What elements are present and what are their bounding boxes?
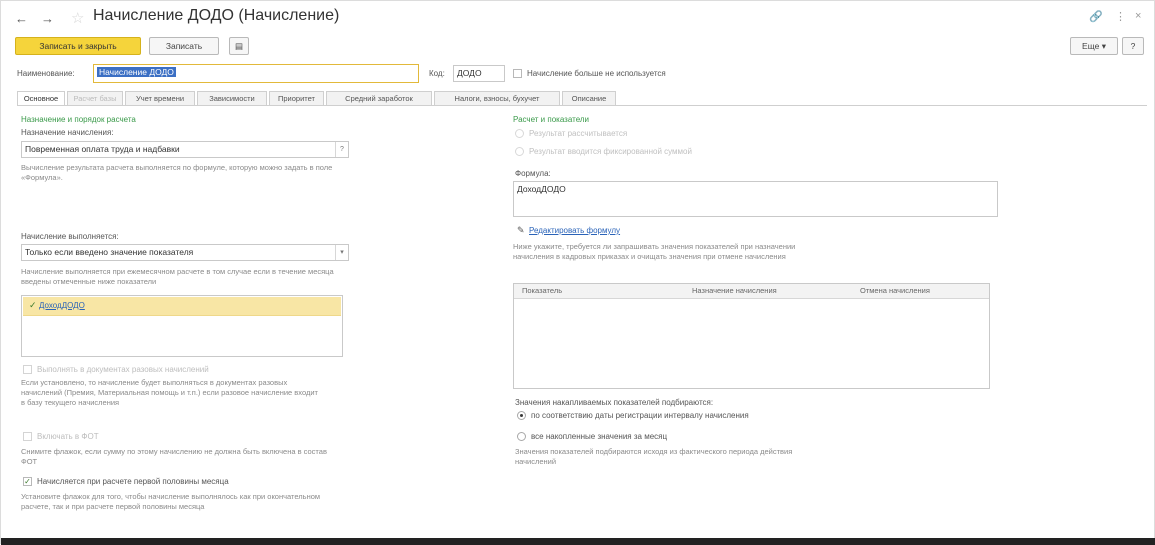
purpose-select[interactable]: Повременная оплата труда и надбавки ?	[21, 141, 349, 158]
purpose-value: Повременная оплата труда и надбавки	[25, 144, 180, 154]
performed-value: Только если введено значение показателя	[25, 247, 194, 257]
checkmark-icon: ✓	[29, 300, 37, 310]
tab-average-earnings[interactable]: Средний заработок	[326, 91, 432, 106]
indicators-list[interactable]: ✓ ДоходДОДО	[21, 295, 343, 357]
accum-option2-label: все накопленные значения за месяц	[531, 432, 668, 441]
table-header: Показатель Назначение начисления Отмена …	[514, 284, 989, 299]
indicators-table[interactable]: Показатель Назначение начисления Отмена …	[513, 283, 990, 389]
performed-select[interactable]: Только если введено значение показателя …	[21, 244, 349, 261]
result-calc-label: Результат рассчитывается	[529, 129, 628, 138]
accum-option1-radio[interactable]	[517, 411, 526, 420]
arrow-left-icon[interactable]: ←	[15, 11, 28, 26]
pencil-icon[interactable]: ✎	[517, 225, 525, 236]
code-label: Код:	[429, 69, 445, 78]
tab-taxes[interactable]: Налоги, взносы, бухучет	[434, 91, 560, 106]
accum-label: Значения накапливаемых показателей подби…	[515, 398, 714, 407]
tab-divider	[17, 105, 1147, 106]
save-and-close-button[interactable]: Записать и закрыть	[15, 37, 141, 55]
first-half-hint: Установите флажок для того, чтобы начисл…	[21, 492, 321, 511]
tab-dependencies[interactable]: Зависимости	[197, 91, 267, 106]
column-cancel[interactable]: Отмена начисления	[860, 286, 930, 295]
formula-label: Формула:	[515, 169, 551, 178]
fot-hint: Снимите флажок, если сумму по этому начи…	[21, 447, 327, 466]
column-assign[interactable]: Назначение начисления	[692, 286, 777, 295]
performed-label: Начисление выполняется:	[21, 232, 119, 241]
form-window: ← → ☆ Начисление ДОДО (Начисление) 🔗 ⋮ ×…	[0, 0, 1155, 545]
close-icon[interactable]: ×	[1135, 10, 1141, 22]
result-fixed-radio[interactable]	[515, 147, 524, 156]
first-half-checkbox[interactable]: ✓	[23, 477, 32, 486]
help-button[interactable]: ?	[1122, 37, 1144, 55]
tab-priority[interactable]: Приоритет	[269, 91, 324, 106]
list-item[interactable]: ✓ ДоходДОДО	[23, 297, 341, 316]
separate-docs-checkbox[interactable]	[23, 365, 32, 374]
more-label: Еще	[1082, 41, 1100, 51]
accum-option2-radio[interactable]	[517, 432, 526, 441]
document-icon[interactable]: ▤	[229, 37, 249, 55]
left-section-title: Назначение и порядок расчета	[21, 115, 136, 124]
not-used-label: Начисление больше не используется	[527, 69, 666, 78]
right-section-title: Расчет и показатели	[513, 115, 590, 124]
vertical-dots-icon[interactable]: ⋮	[1115, 10, 1126, 23]
more-button[interactable]: Еще ▾	[1070, 37, 1118, 55]
link-icon[interactable]: 🔗	[1089, 10, 1103, 23]
indicator-name: ДоходДОДО	[39, 301, 85, 310]
tab-time-accounting[interactable]: Учет времени	[125, 91, 195, 106]
purpose-hint: Вычисление результата расчета выполняетс…	[21, 163, 333, 182]
indicators-hint: Ниже укажите, требуется ли запрашивать з…	[513, 242, 796, 261]
save-button[interactable]: Записать	[149, 37, 219, 55]
result-calc-radio[interactable]	[515, 129, 524, 138]
result-fixed-label: Результат вводится фиксированной суммой	[529, 147, 692, 156]
arrow-right-icon[interactable]: →	[41, 11, 54, 26]
tab-description[interactable]: Описание	[562, 91, 616, 106]
accum-option1-label: по соответствию даты регистрации интерва…	[531, 411, 749, 420]
form-title: Начисление ДОДО (Начисление)	[93, 7, 340, 24]
tab-main[interactable]: Основное	[17, 91, 65, 106]
name-value: Начисление ДОДО	[97, 67, 176, 77]
separate-docs-label: Выполнять в документах разовых начислени…	[37, 365, 209, 374]
name-input[interactable]: Начисление ДОДО	[93, 64, 419, 83]
purpose-label: Назначение начисления:	[21, 128, 114, 137]
column-indicator[interactable]: Показатель	[522, 286, 562, 295]
tab-base-calc[interactable]: Расчет базы	[67, 91, 123, 106]
chevron-down-icon[interactable]: ▾	[335, 245, 348, 260]
fot-label: Включать в ФОТ	[37, 432, 99, 441]
star-icon[interactable]: ☆	[71, 9, 84, 27]
formula-textarea[interactable]: ДоходДОДО	[513, 181, 998, 217]
separate-docs-hint: Если установлено, то начисление будет вы…	[21, 378, 318, 407]
first-half-label: Начисляется при расчете первой половины …	[37, 477, 229, 486]
name-label: Наименование:	[17, 69, 75, 78]
fot-checkbox[interactable]	[23, 432, 32, 441]
not-used-checkbox[interactable]	[513, 69, 522, 78]
performed-hint: Начисление выполняется при ежемесячном р…	[21, 267, 334, 286]
edit-formula-link[interactable]: Редактировать формулу	[529, 226, 620, 235]
code-input[interactable]: ДОДО	[453, 65, 505, 82]
accum-hint: Значения показателей подбираются исходя …	[515, 447, 793, 466]
chevron-down-icon[interactable]: ?	[335, 142, 348, 157]
